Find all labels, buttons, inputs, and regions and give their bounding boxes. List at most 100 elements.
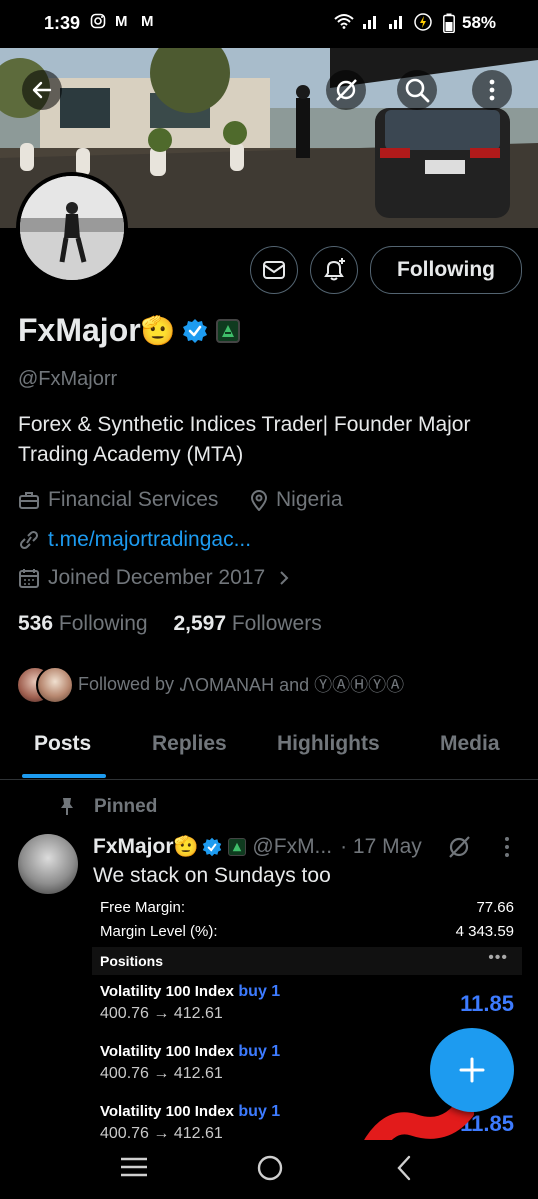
signal-icon [362,13,380,33]
free-margin-value: 77.66 [476,899,514,916]
post-author-handle: @FxM... [252,834,333,858]
position-side: buy 1 [238,1043,281,1060]
briefcase-icon [19,492,39,509]
position-symbol: Volatility 100 Index [100,1103,234,1120]
avatar [36,666,74,704]
grok-icon [336,79,357,101]
joined-text: Joined December 2017 [48,566,266,589]
back-arrow-icon [32,81,52,99]
mail-icon [263,261,285,279]
tab-media[interactable]: Media [440,732,500,756]
pin-icon [58,796,76,821]
margin-level-value: 4 343.59 [455,923,514,940]
signal-icon [388,13,406,33]
profile-category: Financial Services [18,488,218,512]
category-text: Financial Services [48,488,219,511]
avatar-image [20,176,124,280]
profile-joined[interactable]: Joined December 2017 [18,566,289,590]
back-button[interactable] [22,70,62,110]
message-button[interactable] [250,246,298,294]
nav-back-icon [397,1155,411,1181]
followed-by-prefix: Followed by [78,673,175,694]
verified-badge-icon [202,837,222,857]
affiliate-badge-icon[interactable] [215,318,240,343]
position-row: Volatility 100 Index buy 1 400.76 → 412.… [100,1043,280,1083]
status-bar: 1:39 M M 58% [0,0,538,48]
position-symbol: Volatility 100 Index [100,1043,234,1060]
ellipsis-icon: ••• [488,949,508,966]
following-count: 536 [18,612,54,635]
display-name-text: FxMajor [18,312,141,348]
gmail-icon: M [141,13,154,30]
follow-counts: 536 Following 2,597 Followers [18,612,322,636]
following-count-link[interactable]: 536 Following [18,612,148,635]
more-options-button[interactable] [472,70,512,110]
post-grok-button[interactable] [446,834,472,865]
tab-replies[interactable]: Replies [152,732,227,756]
post-text: We stack on Sundays too [93,864,331,887]
calendar-icon [19,569,39,588]
followers-count-link[interactable]: 2,597 Followers [173,612,321,635]
followers-label: Followers [231,612,322,635]
battery-icon [443,13,455,37]
nav-home-button[interactable] [256,1154,284,1187]
salute-emoji: 🫡 [173,836,199,858]
tab-posts[interactable]: Posts [34,732,91,756]
search-icon [405,78,430,103]
profile-location: Nigeria [250,488,343,512]
post-author-avatar[interactable] [18,834,78,894]
nav-recents-button[interactable] [120,1156,148,1183]
positions-header-text: Positions [100,953,164,969]
position-row: Volatility 100 Index buy 1 400.76 → 412.… [100,1103,280,1143]
grok-button[interactable] [326,70,366,110]
nav-back-button[interactable] [396,1154,412,1187]
more-vertical-icon [505,837,509,857]
divider [0,779,538,780]
position-side: buy 1 [238,983,281,1000]
margin-level-label: Margin Level (%): [100,923,218,940]
position-symbol: Volatility 100 Index [100,983,234,1000]
position-row: Volatility 100 Index buy 1 400.76 → 412.… [100,983,280,1023]
position-profit: 11.85 [460,991,514,1016]
bell-plus-icon [324,258,345,281]
search-button[interactable] [397,70,437,110]
pinned-label: Pinned [94,796,158,817]
affiliate-badge-icon [228,837,247,856]
salute-emoji: 🫡 [140,315,176,346]
position-prices: 400.76 → 412.61 [100,1065,223,1082]
user-handle: @FxMajorr [18,368,118,390]
followed-by[interactable]: Followed by ᏁOMANAH and ⓎⒶⒽⓎⒶ [16,666,405,704]
more-vertical-icon [489,79,495,101]
gmail-icon: M [115,13,128,30]
plus-icon [459,1057,485,1083]
position-prices: 400.76 → 412.61 [100,1005,223,1022]
profile-website[interactable]: t.me/majortradingac... [18,528,251,552]
post-author-name[interactable]: FxMajor [93,835,174,859]
notifications-button[interactable] [310,246,358,294]
post-header: FxMajor 🫡 @FxM... · 17 May [93,834,422,859]
profile-bio: Forex & Synthetic Indices Trader| Founde… [18,413,471,466]
post-date: · 17 May [340,834,422,858]
battery-saver-icon [414,13,432,35]
followed-by-names: ᏁOMANAH and ⓎⒶⒽⓎⒶ [180,675,405,695]
display-name: FxMajor 🫡 [18,312,240,349]
grok-icon [449,836,470,858]
mutual-avatars [16,666,74,704]
post-more-button[interactable] [503,836,511,863]
website-link[interactable]: t.me/majortradingac... [48,528,251,552]
free-margin-label: Free Margin: [100,899,186,916]
position-side: buy 1 [238,1103,281,1120]
location-pin-icon [250,490,268,511]
following-label: Following [58,612,148,635]
verified-badge-icon[interactable] [182,318,208,344]
positions-header: Positions ••• [92,947,522,975]
tab-highlights[interactable]: Highlights [277,732,380,756]
compose-button[interactable] [430,1028,514,1112]
link-icon [19,530,39,550]
profile-avatar[interactable] [16,172,128,284]
nav-home-icon [257,1155,283,1181]
following-button[interactable]: Following [370,246,522,294]
instagram-icon [90,13,106,33]
followers-count: 2,597 [173,612,227,635]
status-time: 1:39 [44,13,81,33]
